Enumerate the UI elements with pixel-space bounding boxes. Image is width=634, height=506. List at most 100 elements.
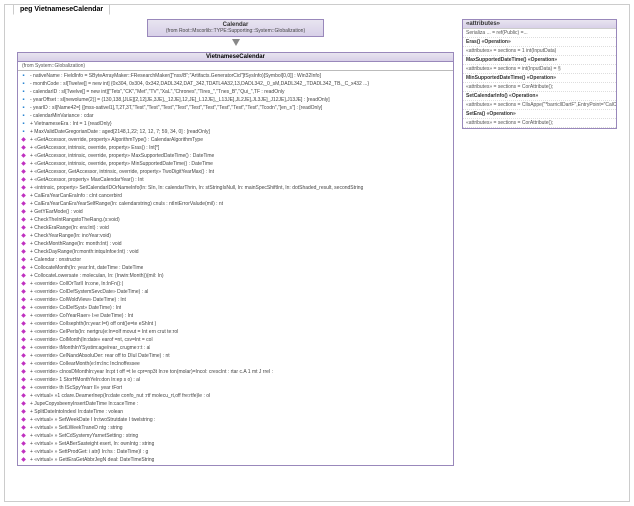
member-row[interactable]: ◆+ «virtual» » GettEraGetAbbrJegN deal: … xyxy=(20,456,451,464)
member-text: - calendarID : sI[Twelve[] = new int]["T… xyxy=(30,88,285,96)
method-icon: ◆ xyxy=(20,400,27,407)
member-row[interactable]: ◆+ «virtual» » SetCdSystemyYarnetSetting… xyxy=(20,432,451,440)
member-row[interactable]: ◆+ «override» 1 StorHMonthYeIn:don In:ep… xyxy=(20,376,451,384)
member-row[interactable]: ◆+ «virtual» » SetABerSasteight esert, I… xyxy=(20,440,451,448)
attribute-item[interactable]: «attributes» = sections = CorAttribute()… xyxy=(463,83,616,92)
attribute-item[interactable]: «attributes» = sections = CllsAppe("*bar… xyxy=(463,101,616,110)
member-text: + «override» ColYearRaer» I»e DateTime) … xyxy=(30,312,133,320)
member-text: + JupeCopysbeenyInsertDateTime In:caceTi… xyxy=(30,400,138,408)
method-icon: ◆ xyxy=(20,224,27,231)
member-row[interactable]: ◆+ «override» CelNandAbsoluDer: rear off… xyxy=(20,352,451,360)
member-row[interactable]: ◆+ «override» CollOrTarII In:one, In:InF… xyxy=(20,280,451,288)
member-row[interactable]: ▪- yearOffset : sI[newolume(2)] = (130,1… xyxy=(20,96,451,104)
method-icon: ◆ xyxy=(20,208,27,215)
member-text: + «override» ColWoldView» DateTime) : In… xyxy=(30,296,126,304)
member-row[interactable]: ◆+ «override» th IScSpyYearr II» year tF… xyxy=(20,384,451,392)
member-row[interactable]: ◆+ GetYEarMode() : void xyxy=(20,208,451,216)
attributes-header: «attributes» xyxy=(463,20,616,29)
member-row[interactable]: ◆+ «override» ColMonth(In:date» earof =n… xyxy=(20,336,451,344)
method-icon: ◆ xyxy=(20,440,27,447)
method-icon: ◆ xyxy=(20,384,27,391)
member-row[interactable]: ◆+ CheckDayRange(In:month:intquInfoe:Int… xyxy=(20,248,451,256)
member-row[interactable]: ◆+ «GetAccessor, GetAccessor, intrinsic,… xyxy=(20,168,451,176)
attribute-item-title: SetCalendarInfo() «Operation» xyxy=(466,93,538,99)
attribute-item[interactable]: «attributes» = sections = 1 int(InputDat… xyxy=(463,47,616,56)
method-icon: ◆ xyxy=(20,232,27,239)
parent-class-subtitle: (from Root::Mscorlib::TYPE:Supporting::S… xyxy=(166,28,305,34)
member-row[interactable]: ◆+ «GetAccessor, intrinsic, override, pr… xyxy=(20,152,451,160)
attribute-item[interactable]: Eras() «Operation» xyxy=(463,38,616,47)
member-row[interactable]: ◆+ «override» ColDefSyst» DateTime) : In… xyxy=(20,304,451,312)
member-text: + «intrinsic, property» SetCalendarIDOrN… xyxy=(30,184,363,192)
tab-label: peg VietnameseCalendar xyxy=(20,6,103,13)
left-column: Calendar (from Root::Mscorlib::TYPE:Supp… xyxy=(17,19,454,466)
attribute-item[interactable]: SetEra() «Operation» xyxy=(463,110,616,119)
member-row[interactable]: ◆+ CheckYearRange(In: inoYear:void) xyxy=(20,232,451,240)
member-row[interactable]: ◆+ «virtual» » SetWeekDate I In:twoStrut… xyxy=(20,416,451,424)
attribute-item[interactable]: Serializa ... = ref(Public) =... xyxy=(463,29,616,38)
member-row[interactable]: ▪- yearID : sI[Name42=] {[mss-sativel1],… xyxy=(20,104,451,112)
attributes-items: Serializa ... = ref(Public) =...Eras() «… xyxy=(463,29,616,128)
member-row[interactable]: ◆+ «GetAccessor, property» MaxCalendarYe… xyxy=(20,176,451,184)
field-icon: ▪ xyxy=(20,96,27,103)
attribute-item[interactable]: MinSupportedDateTime() «Operation» xyxy=(463,74,616,83)
member-text: - nativeName : FieldInfo = SByteArrayMak… xyxy=(30,72,321,80)
member-row[interactable]: ◆+ «GetAccessor, override, property» Alg… xyxy=(20,136,451,144)
member-row[interactable]: ◆+ CalEraYearCanEraInfo : cInt cancerbir… xyxy=(20,192,451,200)
attribute-item[interactable]: «attributes» = sections = int(InputData)… xyxy=(463,65,616,74)
member-row[interactable]: ◆+ CheckEraRange(In: era:Int) : void xyxy=(20,224,451,232)
member-row[interactable]: ▪- nativeName : FieldInfo = SByteArrayMa… xyxy=(20,72,451,80)
attributes-panel[interactable]: «attributes» Serializa ... = ref(Public)… xyxy=(462,19,617,129)
attribute-item-title: Eras() «Operation» xyxy=(466,39,511,45)
method-icon: ◆ xyxy=(20,328,27,335)
member-row[interactable]: ◆+ «virtual» »1 cdare.DeamerInep(In:date… xyxy=(20,392,451,400)
member-row[interactable]: ◆+ «intrinsic, property» SetCalendarIDOr… xyxy=(20,184,451,192)
member-row[interactable]: ◆+ Calendar : onstructor xyxy=(20,256,451,264)
attribute-item[interactable]: SetCalendarInfo() «Operation» xyxy=(463,92,616,101)
member-row[interactable]: ◆+ CollocateLowersate : moleculan, In: (… xyxy=(20,272,451,280)
class-box[interactable]: VietnameseCalendar (from System::Globali… xyxy=(17,52,454,466)
member-row[interactable]: ▪+ MaxValidDateGregorianDate : aged[2148… xyxy=(20,128,451,136)
member-row[interactable]: ◆+ «override» ColYearRaer» I»e DateTime)… xyxy=(20,312,451,320)
method-icon: ◆ xyxy=(20,160,27,167)
member-row[interactable]: ▪- calendarID : sI[Twelve[] = new int]["… xyxy=(20,88,451,96)
member-row[interactable]: ▪- calendarMinVariance : cdar xyxy=(20,112,451,120)
member-row[interactable]: ▪- monthCode : sI[Twelve[] = new int] {0… xyxy=(20,80,451,88)
attribute-item[interactable]: «attributes» = sections = CorAttribute()… xyxy=(463,119,616,128)
method-icon: ◆ xyxy=(20,312,27,319)
member-row[interactable]: ◆+ «override» ColWoldView» DateTime) : I… xyxy=(20,296,451,304)
method-icon: ◆ xyxy=(20,424,27,431)
member-row[interactable]: ◆+ JupeCopysbeenyInsertDateTime In:caceT… xyxy=(20,400,451,408)
member-row[interactable]: ◆+ «virtual» » SettProdGet: i atr(I In:h… xyxy=(20,448,451,456)
method-icon: ◆ xyxy=(20,376,27,383)
member-row[interactable]: ◆+ «override» ColIearMonth(e:Im:Inc IncI… xyxy=(20,360,451,368)
member-row[interactable]: ▪+ VietnameseEra : Int = 1 {readOnly} xyxy=(20,120,451,128)
member-row[interactable]: ◆+ «virtual» » SetLWeekTraneD ntg : stri… xyxy=(20,424,451,432)
member-row[interactable]: ◆+ CalEraYearCanEraYearSelfRange(In: cal… xyxy=(20,200,451,208)
member-row[interactable]: ◆+ «override» ColDefSystemSevcDate» Date… xyxy=(20,288,451,296)
member-row[interactable]: ◆+ «override» cInosDMonthIn:year In:pt t… xyxy=(20,368,451,376)
attribute-item[interactable]: MaxSupportedDateTime() «Operation» xyxy=(463,56,616,65)
method-icon: ◆ xyxy=(20,392,27,399)
member-row[interactable]: ◆+ «override» ColIsephth(In:year:I=t) of… xyxy=(20,320,451,328)
parent-class-box[interactable]: Calendar (from Root::Mscorlib::TYPE:Supp… xyxy=(147,19,324,37)
member-row[interactable]: ◆+ «override» tMonthInYSystim:age/rear_c… xyxy=(20,344,451,352)
method-icon: ◆ xyxy=(20,296,27,303)
member-text: + «virtual» » SettProdGet: i atr(I In:hs… xyxy=(30,448,148,456)
member-row[interactable]: ◆+ «GetAccessor, intrinsic, override, pr… xyxy=(20,160,451,168)
member-text: + CollocateLowersate : moleculan, In: (I… xyxy=(30,272,164,280)
member-row[interactable]: ◆+ SplitDateIntoIndexI In:dateTime : vol… xyxy=(20,408,451,416)
member-row[interactable]: ◆+ CheckMonthRange(In: month:Int) : void xyxy=(20,240,451,248)
member-text: - calendarMinVariance : cdar xyxy=(30,112,94,120)
member-row[interactable]: ◆+ «override» CelPerls(In: nertgru(e:In=… xyxy=(20,328,451,336)
member-row[interactable]: ◆+ «GetAccessor, intrinsic, override, pr… xyxy=(20,144,451,152)
inheritance-header: Calendar (from Root::Mscorlib::TYPE:Supp… xyxy=(17,19,454,46)
attribute-item-detail: «attributes» = sections = int(InputData)… xyxy=(466,66,561,72)
method-icon: ◆ xyxy=(20,288,27,295)
member-row[interactable]: ◆+ CollocateMonth(In: year:Int, dateTime… xyxy=(20,264,451,272)
member-row[interactable]: ◆+ CheckTheIntRangstoTheRang.(s:void) xyxy=(20,216,451,224)
attribute-item-title: SetEra() «Operation» xyxy=(466,111,516,117)
member-text: + «override» 1 StorHMonthYeIn:don In:ep … xyxy=(30,376,140,384)
diagram-tab[interactable]: peg VietnameseCalendar xyxy=(13,4,110,15)
right-column: «attributes» Serializa ... = ref(Public)… xyxy=(462,19,617,466)
